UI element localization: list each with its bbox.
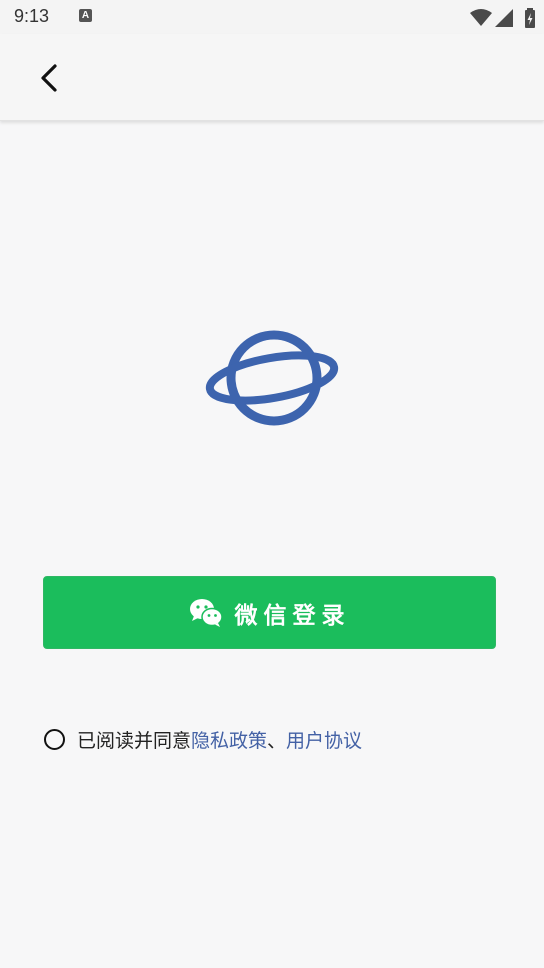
back-button[interactable] <box>30 58 70 98</box>
agreement-row: 已阅读并同意 隐私政策 、 用户协议 <box>44 725 362 753</box>
user-agreement-link[interactable]: 用户协议 <box>286 726 362 753</box>
wechat-icon <box>189 598 223 627</box>
a-app-icon: A <box>79 9 92 22</box>
wechat-login-label: 微信登录 <box>234 602 351 629</box>
wifi-icon <box>470 9 492 26</box>
status-time: 9:13 <box>14 6 50 26</box>
wechat-login-button[interactable]: 微信登录 <box>43 576 496 649</box>
chevron-left-icon <box>41 64 57 92</box>
battery-charging-icon <box>525 8 535 28</box>
status-icons <box>470 8 538 28</box>
app-bar <box>0 34 544 121</box>
status-bar: 9:13 A <box>0 0 544 34</box>
agreement-checkbox[interactable] <box>44 728 65 750</box>
planet-icon <box>205 330 339 426</box>
cell-signal-icon <box>495 9 513 27</box>
agreement-separator: 、 <box>267 729 287 752</box>
agreement-text: 已阅读并同意 <box>77 729 192 752</box>
privacy-policy-link[interactable]: 隐私政策 <box>191 726 267 753</box>
